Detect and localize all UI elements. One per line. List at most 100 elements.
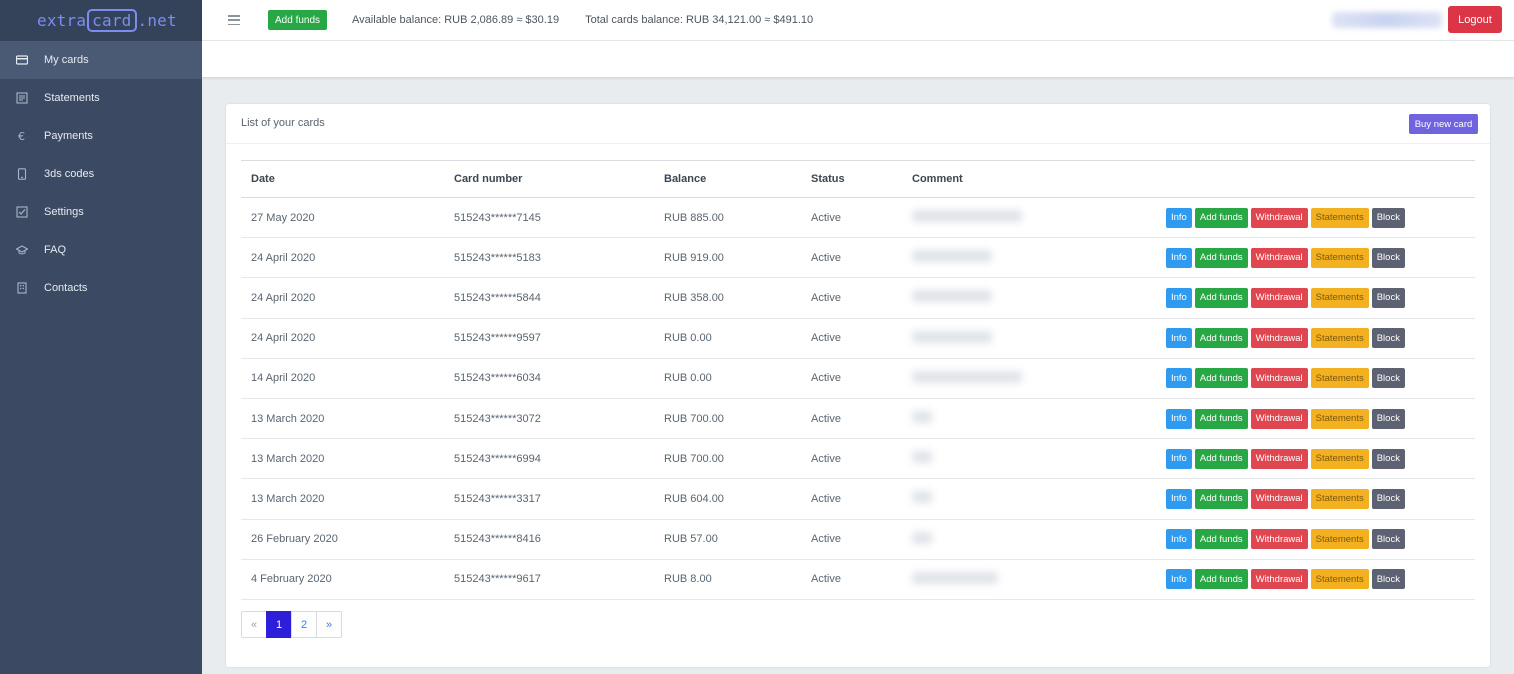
row-date: 13 March 2020 [241,438,444,480]
withdrawal-button[interactable]: Withdrawal [1250,529,1308,550]
withdrawal-button[interactable]: Withdrawal [1250,488,1308,509]
row-balance: RUB 885.00 [654,197,801,239]
row-actions: Info Add funds Withdrawal Statements Block [1166,519,1475,560]
block-button[interactable]: Block [1371,287,1405,308]
comment-redacted [912,330,992,343]
block-button[interactable]: Block [1371,368,1405,389]
table-row: 14 April 2020 515243******6034 RUB 0.00 Act… [241,358,1475,399]
info-button[interactable]: Info [1166,569,1192,590]
euro-icon: € [16,130,28,142]
document-icon [16,92,28,104]
block-button[interactable]: Block [1371,448,1405,469]
withdrawal-button[interactable]: Withdrawal [1250,207,1308,228]
withdrawal-button[interactable]: Withdrawal [1250,408,1308,429]
sidebar-item-contacts[interactable]: Contacts [0,269,202,307]
add-funds-button[interactable]: Add funds [1194,529,1248,550]
info-button[interactable]: Info [1166,529,1192,550]
statements-button[interactable]: Statements [1310,247,1369,268]
sidebar-nav: My cards Statements € Payments 3ds codes Sett… [0,41,202,307]
block-button[interactable]: Block [1371,529,1405,550]
block-button[interactable]: Block [1371,408,1405,429]
cards-panel-header: List of your cards Buy new card [226,104,1490,144]
sidebar-item-my-cards[interactable]: My cards [0,41,202,79]
pagination-prev[interactable]: « [241,611,267,638]
block-button[interactable]: Block [1371,247,1405,268]
sidebar: extra card .net My cards Statements € Payment… [0,0,202,674]
pagination-page-2[interactable]: 2 [291,611,317,638]
add-funds-button[interactable]: Add funds [1194,207,1248,228]
statements-button[interactable]: Statements [1310,328,1369,349]
withdrawal-button[interactable]: Withdrawal [1250,247,1308,268]
block-button[interactable]: Block [1371,488,1405,509]
sidebar-item-3ds-codes[interactable]: 3ds codes [0,155,202,193]
info-button[interactable]: Info [1166,368,1192,389]
add-funds-button[interactable]: Add funds [1194,368,1248,389]
add-funds-button[interactable]: Add funds [1194,328,1248,349]
buy-new-card-button[interactable]: Buy new card [1409,114,1478,134]
withdrawal-button[interactable]: Withdrawal [1250,328,1308,349]
add-funds-button[interactable]: Add funds [1194,287,1248,308]
add-funds-button[interactable]: Add funds [1194,569,1248,590]
withdrawal-button[interactable]: Withdrawal [1250,569,1308,590]
statements-button[interactable]: Statements [1310,408,1369,429]
table-header-row: Date Card number Balance Status Comment [241,160,1475,198]
pagination: «1 2» [241,611,342,638]
info-button[interactable]: Info [1166,448,1192,469]
column-header-status[interactable]: Status [801,160,902,198]
sidebar-item-statements[interactable]: Statements [0,79,202,117]
sidebar-item-label: FAQ [44,244,67,256]
svg-text:€: € [18,130,25,142]
statements-button[interactable]: Statements [1310,287,1369,308]
table-row: 24 April 2020 515243******5183 RUB 919.00 A… [241,237,1475,279]
row-actions: Info Add funds Withdrawal Statements Block [1166,398,1475,440]
statements-button[interactable]: Statements [1310,569,1369,590]
info-button[interactable]: Info [1166,328,1192,349]
withdrawal-button[interactable]: Withdrawal [1250,287,1308,308]
statements-button[interactable]: Statements [1310,529,1369,550]
info-button[interactable]: Info [1166,247,1192,268]
sidebar-item-payments[interactable]: € Payments [0,117,202,155]
row-actions: Info Add funds Withdrawal Statements Block [1166,237,1475,279]
info-button[interactable]: Info [1166,207,1192,228]
sidebar-item-label: Payments [44,130,93,142]
info-button[interactable]: Info [1166,488,1192,509]
statements-button[interactable]: Statements [1310,488,1369,509]
withdrawal-button[interactable]: Withdrawal [1250,368,1308,389]
logo-text: extra card .net [37,9,177,32]
statements-button[interactable]: Statements [1310,207,1369,228]
row-actions: Info Add funds Withdrawal Statements Block [1166,197,1475,239]
statements-button[interactable]: Statements [1310,368,1369,389]
add-funds-button[interactable]: Add funds [1194,408,1248,429]
row-card-number: 515243******8416 [444,519,654,560]
add-funds-button[interactable]: Add funds [1194,448,1248,469]
pagination-next[interactable]: » [316,611,342,638]
add-funds-button[interactable]: Add funds [1194,247,1248,268]
row-actions: Info Add funds Withdrawal Statements Block [1166,358,1475,399]
table-row: 13 March 2020 515243******6994 RUB 700.00 A… [241,438,1475,480]
comment-redacted [912,210,1022,223]
row-actions: Info Add funds Withdrawal Statements Block [1166,478,1475,520]
pagination-page-1[interactable]: 1 [266,611,292,638]
column-header-card-number[interactable]: Card number [444,160,654,198]
logout-button[interactable]: Logout [1448,6,1502,33]
info-button[interactable]: Info [1166,408,1192,429]
column-header-balance[interactable]: Balance [654,160,801,198]
column-header-comment[interactable]: Comment [902,160,1166,198]
sidebar-item-faq[interactable]: FAQ [0,231,202,269]
graduation-icon [16,244,28,256]
block-button[interactable]: Block [1371,569,1405,590]
info-button[interactable]: Info [1166,287,1192,308]
statements-button[interactable]: Statements [1310,448,1369,469]
row-card-number: 515243******7145 [444,197,654,239]
add-funds-button[interactable]: Add funds [268,10,328,30]
menu-toggle-icon[interactable] [228,15,240,25]
sidebar-item-settings[interactable]: Settings [0,193,202,231]
row-balance: RUB 919.00 [654,237,801,279]
block-button[interactable]: Block [1371,328,1405,349]
column-header-date[interactable]: Date [241,160,444,198]
block-button[interactable]: Block [1371,207,1405,228]
sidebar-item-label: Settings [44,206,84,218]
withdrawal-button[interactable]: Withdrawal [1250,448,1308,469]
add-funds-button[interactable]: Add funds [1194,488,1248,509]
logo[interactable]: extra card .net [0,0,202,41]
